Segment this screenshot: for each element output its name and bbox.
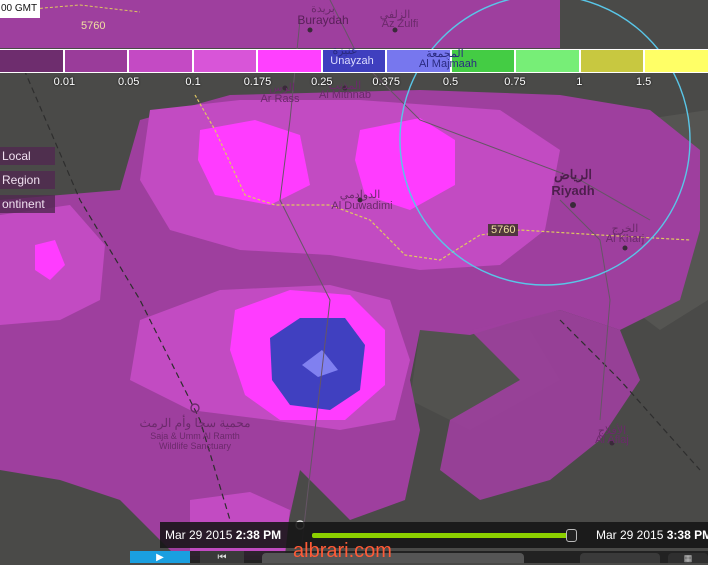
legend-swatch [580, 50, 646, 72]
place-riyadh-ar: الرياض [553, 167, 593, 182]
legend-tick: 0.75 [504, 76, 526, 88]
timeline-end: Mar 29 2015 3:38 PM [596, 528, 708, 542]
place-al-mithnab: Al Mithnab [319, 89, 371, 101]
legend-swatch [193, 50, 259, 72]
place-al-majmaah: Al Majmaah [418, 58, 478, 70]
place-sanctuary: Saja & Umm Al Ramth Wildlife Sanctuary [150, 431, 240, 451]
place-riyadh: Riyadh [551, 183, 595, 198]
legend-tick: 0.375 [372, 76, 400, 88]
scope-continent-button[interactable]: ontinent [0, 195, 55, 213]
place-buraydah: Buraydah [297, 13, 349, 27]
legend-swatch [516, 50, 581, 72]
legend-tick: 0.5 [442, 76, 459, 88]
place-al-duwadimi: Al Duwadimi [331, 200, 393, 212]
legend-swatch [645, 50, 708, 72]
contour-label: 5760 [488, 224, 519, 236]
place-al-kharj: Al Kharj [605, 233, 645, 245]
watermark: albrari.com [293, 540, 392, 562]
legend-swatch [0, 50, 65, 72]
legend-swatch [258, 50, 323, 72]
contour-label-top: 5760 [81, 20, 106, 32]
place-az-zulfi: Az Zulfi [381, 18, 419, 30]
timeline-start: Mar 29 2015 2:38 PM [165, 528, 282, 542]
legend-tick: 0.05 [118, 76, 140, 88]
option-button[interactable] [580, 553, 660, 563]
play-button[interactable]: ▶ [130, 551, 190, 563]
skip-back-button[interactable]: ⏮ [200, 551, 244, 563]
place-al-aflaj: Al Aflaj [595, 434, 629, 446]
legend-swatch [64, 50, 130, 72]
timeline-track[interactable] [312, 533, 574, 538]
place-sanctuary-ar: محمية سجا وأم الرمث [139, 416, 251, 430]
timeline-handle[interactable] [566, 529, 577, 542]
calendar-button[interactable]: ▦ [668, 553, 708, 563]
place-unayzah: Unayzah [330, 55, 374, 67]
skip-back-icon: ⏮ [217, 552, 227, 563]
legend-swatch [129, 50, 194, 72]
legend-tick: 0.01 [53, 76, 76, 88]
scope-region-button[interactable]: Region [0, 171, 55, 189]
time-label: 00 GMT [0, 0, 40, 18]
legend-tick: 1 [576, 76, 583, 88]
legend-tick: 0.175 [243, 76, 272, 88]
scope-local-button[interactable]: Local [0, 147, 55, 165]
legend-tick: 1.5 [635, 76, 652, 88]
place-ar-rass: Ar Rass [260, 93, 300, 105]
play-icon: ▶ [156, 552, 164, 563]
calendar-icon: ▦ [683, 553, 693, 563]
legend-tick: 0.1 [185, 76, 201, 88]
